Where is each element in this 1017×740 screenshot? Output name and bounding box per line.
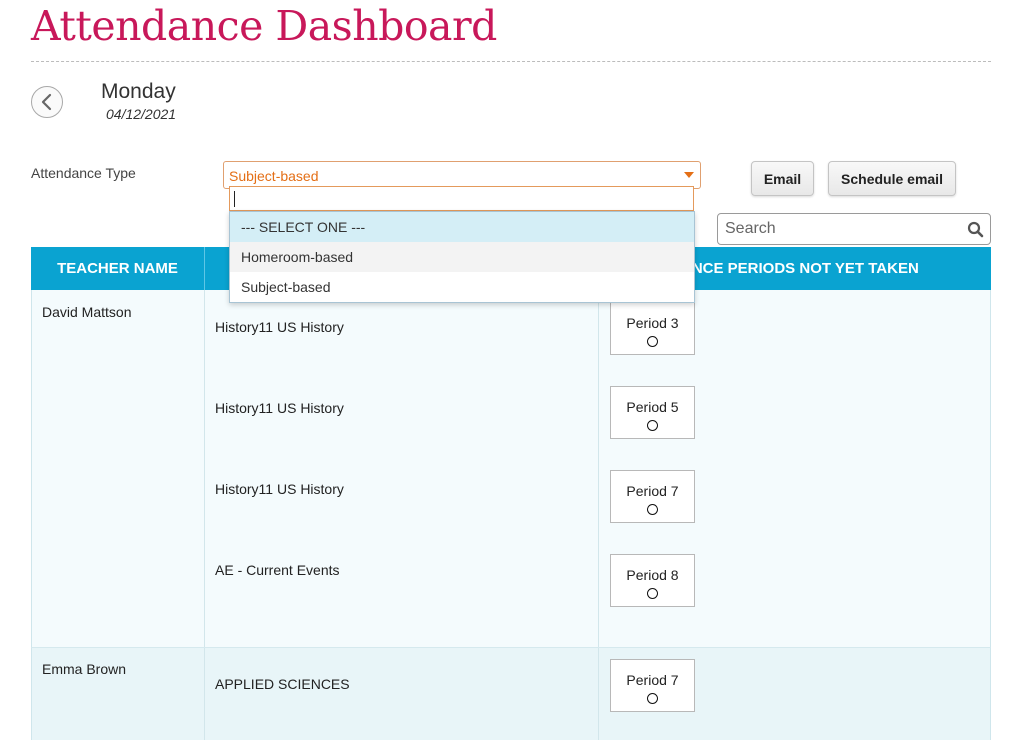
text-cursor bbox=[234, 191, 235, 207]
schedule-email-button[interactable]: Schedule email bbox=[828, 161, 956, 196]
period-box[interactable]: Period 3 bbox=[610, 302, 695, 355]
radio-circle-icon bbox=[647, 336, 658, 347]
period-box[interactable]: Period 7 bbox=[610, 659, 695, 712]
radio-circle-icon bbox=[647, 693, 658, 704]
column-divider bbox=[204, 290, 205, 647]
search-input[interactable] bbox=[723, 219, 962, 239]
teacher-name: David Mattson bbox=[42, 304, 132, 320]
radio-circle-icon bbox=[647, 504, 658, 515]
subject-name: History11 US History bbox=[215, 319, 344, 335]
column-divider bbox=[598, 290, 599, 647]
dropdown-search-input[interactable] bbox=[229, 186, 694, 211]
chevron-left-icon bbox=[41, 93, 52, 111]
teacher-group: David Mattson History11 US History Perio… bbox=[31, 290, 991, 647]
period-label: Period 8 bbox=[626, 567, 679, 583]
period-box[interactable]: Period 7 bbox=[610, 470, 695, 523]
dropdown-option-select-one[interactable]: --- SELECT ONE --- bbox=[230, 212, 694, 242]
email-button[interactable]: Email bbox=[751, 161, 814, 196]
day-name: Monday bbox=[101, 80, 176, 103]
back-button[interactable] bbox=[31, 86, 63, 118]
teacher-name: Emma Brown bbox=[42, 661, 127, 677]
subject-name: APPLIED SCIENCES bbox=[215, 676, 350, 692]
period-label: Period 7 bbox=[626, 672, 679, 688]
period-label: Period 7 bbox=[626, 483, 679, 499]
title-divider bbox=[31, 61, 991, 62]
subject-name: AE - Current Events bbox=[215, 562, 340, 578]
search-box bbox=[717, 213, 991, 245]
day-date: 04/12/2021 bbox=[106, 106, 177, 122]
subject-name: History11 US History bbox=[215, 400, 344, 416]
period-box[interactable]: Period 5 bbox=[610, 386, 695, 439]
page-title: Attendance Dashboard bbox=[31, 2, 497, 50]
column-divider bbox=[204, 648, 205, 740]
radio-circle-icon bbox=[647, 420, 658, 431]
attendance-type-label: Attendance Type bbox=[31, 165, 136, 181]
caret-down-icon bbox=[684, 172, 694, 178]
dropdown-option-homeroom[interactable]: Homeroom-based bbox=[230, 242, 694, 272]
period-label: Period 3 bbox=[626, 315, 679, 331]
column-divider bbox=[598, 648, 599, 740]
subject-name: History11 US History bbox=[215, 481, 344, 497]
period-box[interactable]: Period 8 bbox=[610, 554, 695, 607]
table-body: David Mattson History11 US History Perio… bbox=[31, 290, 991, 740]
teacher-group: Emma Brown APPLIED SCIENCES Period 7 bbox=[31, 647, 991, 740]
header-teacher-name: TEACHER NAME bbox=[57, 260, 178, 277]
radio-circle-icon bbox=[647, 588, 658, 599]
header-divider bbox=[204, 247, 205, 290]
attendance-type-select[interactable]: Subject-based bbox=[223, 161, 701, 189]
dropdown-option-subject[interactable]: Subject-based bbox=[230, 272, 694, 302]
attendance-type-value: Subject-based bbox=[229, 168, 319, 184]
period-label: Period 5 bbox=[626, 399, 679, 415]
search-icon[interactable] bbox=[967, 221, 984, 238]
attendance-type-dropdown: --- SELECT ONE --- Homeroom-based Subjec… bbox=[229, 211, 695, 303]
